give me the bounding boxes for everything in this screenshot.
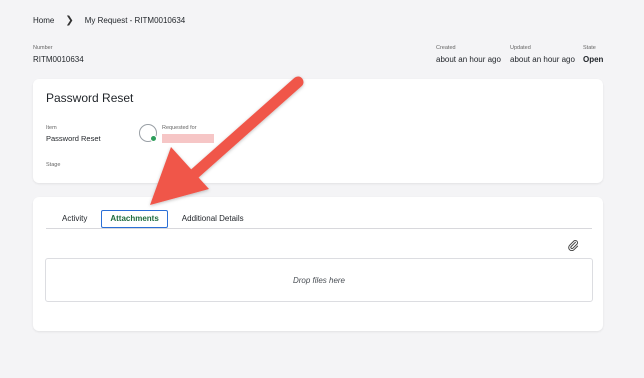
- breadcrumb-current: My Request - RITM0010634: [84, 16, 186, 25]
- breadcrumb: Home ❯ My Request - RITM0010634: [33, 15, 185, 26]
- state-field: State Open: [583, 45, 603, 64]
- item-field: Item Password Reset: [46, 125, 101, 143]
- request-tabs-card: Activity Attachments Additional Details …: [33, 197, 603, 331]
- tab-additional-details[interactable]: Additional Details: [174, 210, 252, 228]
- page-title: Password Reset: [46, 91, 134, 105]
- updated-value: about an hour ago: [510, 55, 575, 64]
- online-status-dot: [150, 135, 157, 142]
- breadcrumb-home-link[interactable]: Home: [33, 16, 54, 25]
- tab-activity[interactable]: Activity: [54, 210, 95, 228]
- number-field: Number RITM0010634: [33, 45, 84, 64]
- number-value: RITM0010634: [33, 55, 84, 64]
- request-summary-card: Password Reset Item Password Reset Reque…: [33, 79, 603, 183]
- requested-for-field: Requested for: [162, 125, 214, 143]
- requested-for-label: Requested for: [162, 125, 197, 131]
- updated-field: Updated about an hour ago: [510, 45, 575, 64]
- avatar[interactable]: [139, 124, 157, 142]
- state-label: State: [583, 45, 596, 51]
- stage-label: Stage: [46, 162, 61, 168]
- state-value: Open: [583, 55, 604, 64]
- redacted-name: [162, 134, 214, 143]
- tab-bar: Activity Attachments Additional Details: [46, 209, 592, 229]
- paperclip-icon[interactable]: [567, 239, 579, 251]
- dropzone-text: Drop files here: [292, 275, 346, 285]
- item-label: Item: [46, 125, 57, 131]
- file-dropzone[interactable]: Drop files here: [45, 258, 593, 302]
- tab-attachments[interactable]: Attachments: [101, 210, 168, 228]
- created-value: about an hour ago: [436, 55, 501, 64]
- created-field: Created about an hour ago: [436, 45, 501, 64]
- number-label: Number: [33, 45, 53, 51]
- updated-label: Updated: [510, 45, 531, 51]
- chevron-right-icon: ❯: [65, 15, 74, 26]
- item-value: Password Reset: [46, 134, 101, 143]
- created-label: Created: [436, 45, 456, 51]
